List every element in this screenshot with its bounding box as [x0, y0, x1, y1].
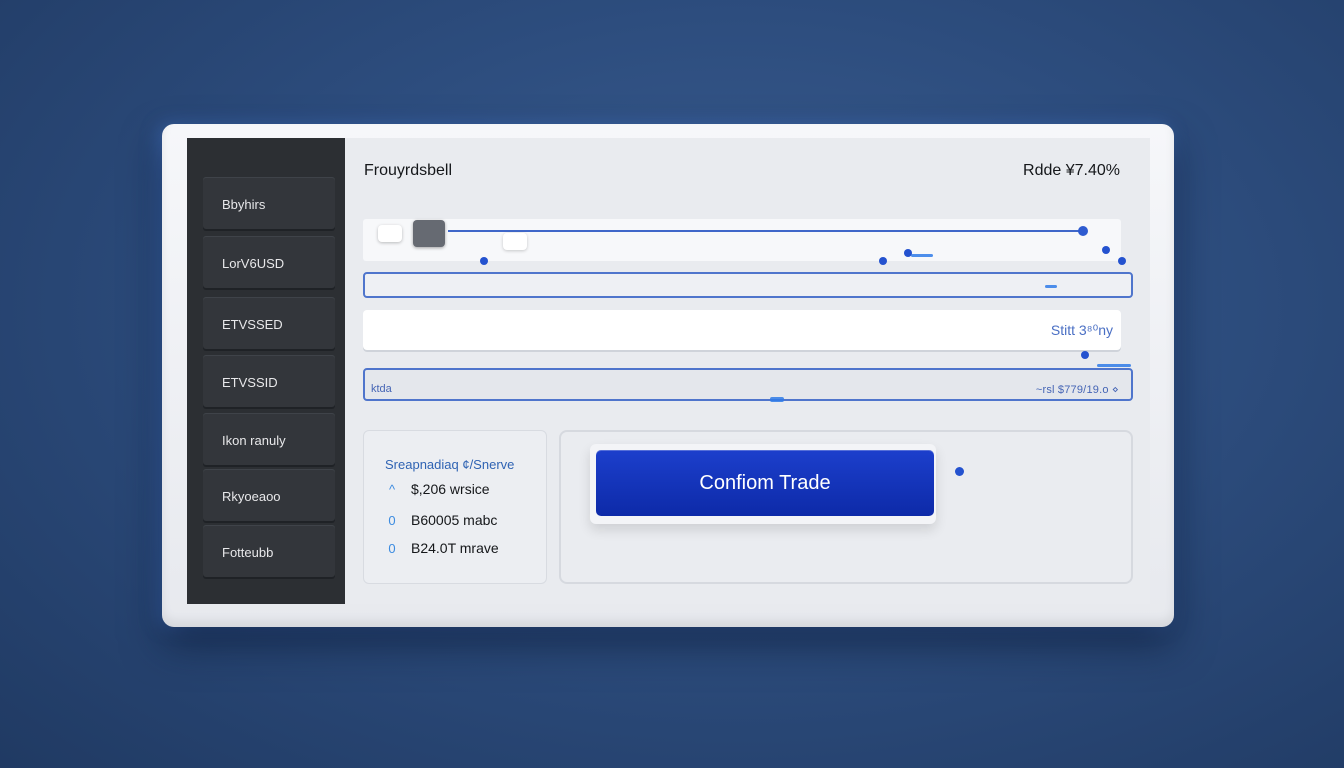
status-dot: [955, 467, 964, 476]
amount-slider[interactable]: [363, 219, 1121, 261]
field-indicator: [1045, 285, 1057, 288]
sidebar-item-1[interactable]: Bbyhirs: [203, 177, 335, 231]
marker-dash: [911, 254, 933, 257]
main-panel: Frouyrdsbell Rdde ¥7.40% Stitt 3⁸⁰ny ktd…: [345, 138, 1150, 604]
marker-dot: [480, 257, 488, 265]
marker-dash: [770, 397, 784, 402]
slider-line: [448, 230, 1083, 232]
price-field-value: ~rsl $779/19.o ⋄: [1035, 384, 1119, 396]
marker-dot: [1081, 351, 1089, 359]
sidebar-item-label: ETVSSED: [222, 316, 283, 332]
price-field-label: ktda: [371, 383, 392, 395]
summary-row: 0 B24.0T mrave: [385, 540, 499, 556]
slider-handle[interactable]: [413, 220, 445, 247]
order-summary-card: Sreapnadiaq ¢/Snerve ^ $,206 wrsice 0 B6…: [363, 430, 547, 584]
app-screen: Bbyhirs LorV6USD ETVSSED ETVSSID Ikon ra…: [187, 138, 1150, 604]
marker-dot: [879, 257, 887, 265]
summary-row-text: B24.0T mrave: [411, 540, 499, 556]
drop-icon: 0: [388, 512, 396, 528]
slider-toggle-mid[interactable]: [503, 233, 527, 250]
sidebar-item-6[interactable]: Rkyoeaoo: [203, 469, 335, 523]
sidebar-item-label: Ikon ranuly: [222, 432, 286, 448]
summary-title: Sreapnadiaq ¢/Snerve: [385, 457, 515, 472]
sidebar-item-label: Rkyoeaoo: [222, 488, 281, 504]
sidebar-item-4[interactable]: ETVSSID: [203, 355, 335, 409]
summary-row: ^ $,206 wrsice: [385, 481, 490, 497]
sidebar-item-label: Fotteubb: [222, 544, 274, 560]
marker-dash: [1097, 364, 1131, 367]
summary-row-text: B60005 mabc: [411, 512, 498, 528]
slider-toggle-min[interactable]: [378, 225, 402, 242]
sidebar-item-label: Bbyhirs: [222, 196, 266, 212]
sidebar: Bbyhirs LorV6USD ETVSSED ETVSSID Ikon ra…: [187, 138, 345, 604]
sidebar-item-3[interactable]: ETVSSED: [203, 297, 335, 351]
page-title: Frouyrdsbell: [364, 162, 453, 179]
price-field[interactable]: ktda ~rsl $779/19.o ⋄: [363, 368, 1133, 401]
slider-end-handle[interactable]: [1078, 226, 1088, 236]
sidebar-item-5[interactable]: Ikon ranuly: [203, 413, 335, 467]
sidebar-item-2[interactable]: LorV6USD: [203, 236, 335, 290]
sidebar-item-7[interactable]: Fotteubb: [203, 525, 335, 579]
confirm-button-frame: Confiom Trade: [590, 444, 936, 524]
rate-display: Rdde ¥7.40%: [1023, 162, 1120, 179]
sidebar-item-label: LorV6USD: [222, 255, 285, 271]
caret-up-icon: ^: [388, 481, 396, 497]
drop-icon: 0: [388, 540, 396, 556]
confirm-trade-button[interactable]: Confiom Trade: [596, 450, 934, 516]
sidebar-item-label: ETVSSID: [222, 374, 278, 390]
marker-dot: [1118, 257, 1126, 265]
action-panel: Confiom Trade: [559, 430, 1133, 584]
trading-device-frame: Bbyhirs LorV6USD ETVSSED ETVSSID Ikon ra…: [162, 124, 1174, 627]
summary-row: 0 B60005 mabc: [385, 512, 497, 528]
order-type-field[interactable]: [363, 272, 1133, 298]
amount-input[interactable]: Stitt 3⁸⁰ny: [363, 310, 1121, 352]
marker-dot: [1102, 246, 1110, 254]
amount-value: Stitt 3⁸⁰ny: [1050, 322, 1113, 338]
summary-row-text: $,206 wrsice: [411, 481, 490, 497]
